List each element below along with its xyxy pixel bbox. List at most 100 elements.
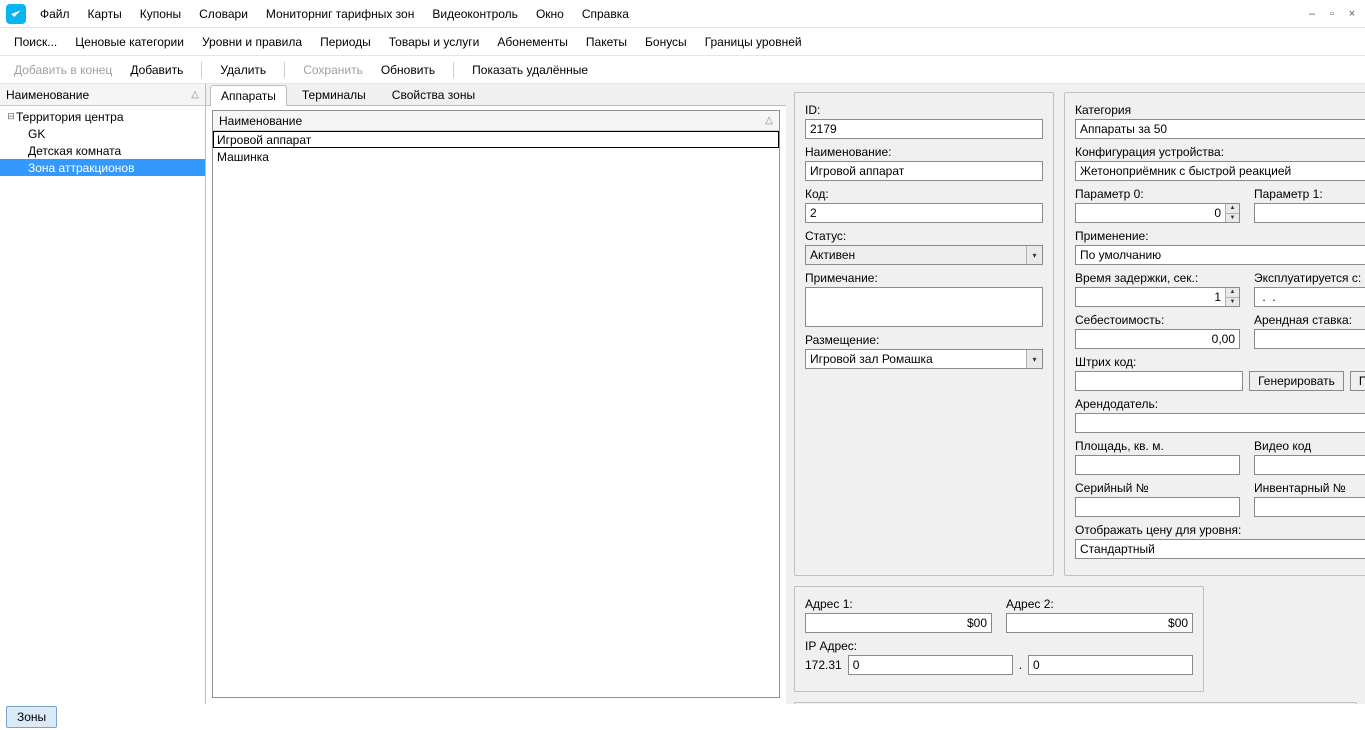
tb-show-deleted[interactable]: Показать удалённые xyxy=(468,61,592,79)
tree-root[interactable]: ⊟ Территория центра xyxy=(0,108,205,125)
videocode-field[interactable] xyxy=(1254,455,1365,475)
tab-devices[interactable]: Аппараты xyxy=(210,85,287,106)
lbl-code: Код: xyxy=(805,187,1043,201)
delay-field[interactable] xyxy=(1075,287,1240,307)
menu-help[interactable]: Справка xyxy=(578,5,633,23)
barcode-field[interactable] xyxy=(1075,371,1243,391)
category-select[interactable] xyxy=(1075,119,1365,139)
showprice-select[interactable] xyxy=(1075,539,1365,559)
window-restore-icon[interactable]: ▫ xyxy=(1325,7,1339,21)
sub-levels-rules[interactable]: Уровни и правила xyxy=(198,33,306,51)
tree-item-kids[interactable]: Детская комната xyxy=(0,142,205,159)
menu-bar: Файл Карты Купоны Словари Мониторниг тар… xyxy=(0,0,1365,28)
sub-packages[interactable]: Пакеты xyxy=(582,33,631,51)
menu-tariff[interactable]: Мониторниг тарифных зон xyxy=(262,5,418,23)
lbl-name: Наименование: xyxy=(805,145,1043,159)
tb-add-end: Добавить в конец xyxy=(10,61,116,79)
menu-coupons[interactable]: Купоны xyxy=(136,5,185,23)
zones-button[interactable]: Зоны xyxy=(6,706,57,728)
sub-periods[interactable]: Периоды xyxy=(316,33,375,51)
window-close-icon[interactable]: × xyxy=(1345,7,1359,21)
tree-item-attractions[interactable]: Зона аттракционов xyxy=(0,159,205,176)
tab-zone-props[interactable]: Свойства зоны xyxy=(381,84,486,105)
lbl-lessor: Арендодатель: xyxy=(1075,397,1365,411)
lbl-videocode: Видео код xyxy=(1254,439,1365,453)
tree-collapse-icon[interactable]: ⊟ xyxy=(6,111,16,122)
sub-goods[interactable]: Товары и услуги xyxy=(385,33,484,51)
lbl-id: ID: xyxy=(805,103,1043,117)
code-field[interactable] xyxy=(805,203,1043,223)
sub-bonuses[interactable]: Бонусы xyxy=(641,33,691,51)
list-item[interactable]: Машинка xyxy=(213,148,779,165)
tree-root-label: Территория центра xyxy=(16,110,124,124)
print-button[interactable]: Печатать xyxy=(1350,371,1365,391)
devconf-select[interactable] xyxy=(1075,161,1365,181)
lbl-rent: Арендная ставка: xyxy=(1254,313,1365,327)
lbl-category: Категория xyxy=(1075,103,1365,117)
ip-dot: . xyxy=(1019,658,1022,672)
tb-delete[interactable]: Удалить xyxy=(216,61,270,79)
ip-oct4-field[interactable] xyxy=(1028,655,1193,675)
serial-field[interactable] xyxy=(1075,497,1240,517)
lbl-param0: Параметр 0: xyxy=(1075,187,1240,201)
lbl-delay: Время задержки, сек.: xyxy=(1075,271,1240,285)
lbl-note: Примечание: xyxy=(805,271,1043,285)
spin-up-icon[interactable]: ▲ xyxy=(1225,204,1239,214)
inventory-field[interactable] xyxy=(1254,497,1365,517)
window-minimize-icon[interactable]: – xyxy=(1305,7,1319,21)
device-list-header-label: Наименование xyxy=(219,114,302,128)
chevron-down-icon[interactable]: ▾ xyxy=(1026,350,1042,368)
spin-down-icon[interactable]: ▼ xyxy=(1225,214,1239,223)
app-icon xyxy=(6,4,26,24)
lessor-select[interactable] xyxy=(1075,413,1365,433)
sort-icon: △ xyxy=(191,89,199,100)
spin-up-icon[interactable]: ▲ xyxy=(1225,288,1239,298)
menu-video[interactable]: Видеоконтроль xyxy=(428,5,522,23)
param0-field[interactable] xyxy=(1075,203,1240,223)
area-field[interactable] xyxy=(1075,455,1240,475)
toolbar: Добавить в конец Добавить Удалить Сохран… xyxy=(0,56,1365,84)
apply-select[interactable] xyxy=(1075,245,1365,265)
tb-add[interactable]: Добавить xyxy=(126,61,187,79)
zone-tree: ⊟ Территория центра GK Детская комната З… xyxy=(0,106,205,704)
tree-header[interactable]: Наименование △ xyxy=(0,84,205,106)
sub-menu: Поиск... Ценовые категории Уровни и прав… xyxy=(0,28,1365,56)
generate-button[interactable]: Генерировать xyxy=(1249,371,1344,391)
addr1-field[interactable] xyxy=(805,613,992,633)
status-select[interactable] xyxy=(805,245,1043,265)
id-field[interactable] xyxy=(805,119,1043,139)
exploit-select[interactable] xyxy=(1254,287,1365,307)
ip-oct3-field[interactable] xyxy=(848,655,1013,675)
menu-cards[interactable]: Карты xyxy=(84,5,126,23)
sub-price-categories[interactable]: Ценовые категории xyxy=(71,33,188,51)
lbl-showprice: Отображать цену для уровня: xyxy=(1075,523,1365,537)
menu-dicts[interactable]: Словари xyxy=(195,5,252,23)
param1-field[interactable] xyxy=(1254,203,1365,223)
lbl-serial: Серийный № xyxy=(1075,481,1240,495)
lbl-apply: Применение: xyxy=(1075,229,1365,243)
lbl-status: Статус: xyxy=(805,229,1043,243)
tb-refresh[interactable]: Обновить xyxy=(377,61,439,79)
tb-save: Сохранить xyxy=(299,61,367,79)
chevron-down-icon[interactable]: ▾ xyxy=(1026,246,1042,264)
device-list-header[interactable]: Наименование △ xyxy=(213,111,779,131)
lbl-place: Размещение: xyxy=(805,333,1043,347)
menu-window[interactable]: Окно xyxy=(532,5,568,23)
spin-down-icon[interactable]: ▼ xyxy=(1225,298,1239,307)
note-field[interactable] xyxy=(805,287,1043,327)
lbl-area: Площадь, кв. м. xyxy=(1075,439,1240,453)
cost-field[interactable] xyxy=(1075,329,1240,349)
addr2-field[interactable] xyxy=(1006,613,1193,633)
tree-item-gk[interactable]: GK xyxy=(0,125,205,142)
sub-level-bounds[interactable]: Границы уровней xyxy=(701,33,806,51)
rent-field[interactable] xyxy=(1254,329,1365,349)
name-field[interactable] xyxy=(805,161,1043,181)
lbl-devconf: Конфигурация устройства: xyxy=(1075,145,1365,159)
tree-header-label: Наименование xyxy=(6,88,89,102)
sub-search[interactable]: Поиск... xyxy=(10,33,61,51)
menu-file[interactable]: Файл xyxy=(36,5,74,23)
tab-terminals[interactable]: Терминалы xyxy=(291,84,377,105)
sub-subscriptions[interactable]: Абонементы xyxy=(493,33,572,51)
list-item[interactable]: Игровой аппарат xyxy=(213,131,779,148)
place-select[interactable] xyxy=(805,349,1043,369)
